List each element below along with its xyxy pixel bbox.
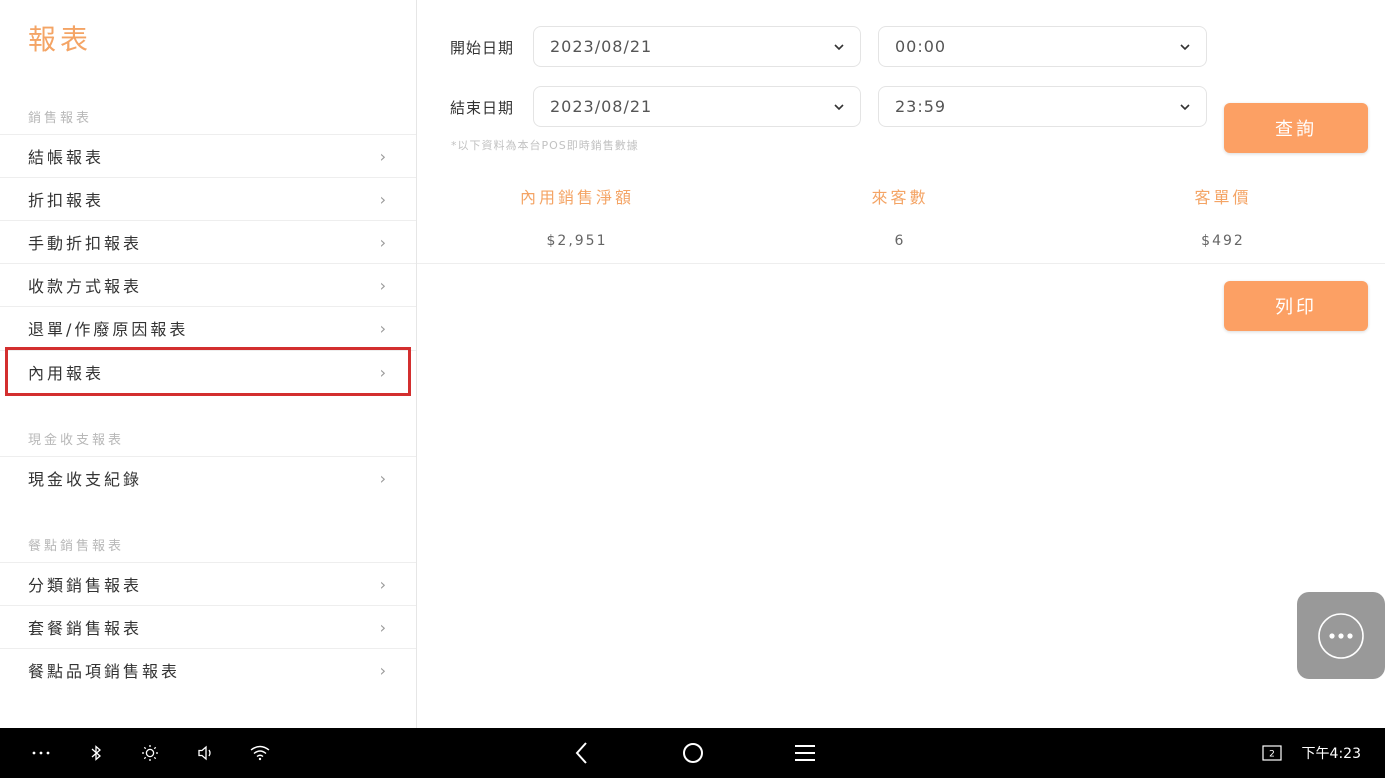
brightness-icon[interactable] xyxy=(138,728,162,778)
screen-badge-icon[interactable]: 2 xyxy=(1260,728,1284,778)
chevron-right-icon: › xyxy=(379,468,386,488)
sidebar-item-void-reason-report[interactable]: 退單/作廢原因報表 › xyxy=(0,306,416,349)
sidebar-item-label: 退單/作廢原因報表 xyxy=(28,320,189,339)
back-icon[interactable] xyxy=(568,728,596,778)
chevron-right-icon: › xyxy=(379,574,386,594)
sidebar-item-label: 收款方式報表 xyxy=(28,277,143,296)
end-date-value: 2023/08/21 xyxy=(550,97,653,116)
start-time-select[interactable]: 00:00 xyxy=(878,26,1207,67)
chevron-down-icon xyxy=(834,43,844,50)
end-date-label: 結束日期 xyxy=(450,99,515,117)
sidebar-item-label: 折扣報表 xyxy=(28,191,105,210)
sidebar-item-combo-sales-report[interactable]: 套餐銷售報表 › xyxy=(0,605,416,648)
volume-icon[interactable] xyxy=(194,728,218,778)
stat-header-customer-count: 來客數 xyxy=(871,188,929,207)
chevron-right-icon: › xyxy=(379,362,386,382)
chevron-down-icon xyxy=(834,103,844,110)
floating-menu-button[interactable] xyxy=(1297,592,1385,679)
sidebar-item-dine-in-report[interactable]: 內用報表 › xyxy=(0,350,416,393)
sidebar-item-item-sales-report[interactable]: 餐點品項銷售報表 › xyxy=(0,648,416,691)
end-date-select[interactable]: 2023/08/21 xyxy=(533,86,861,127)
section-label-meal-sales: 餐點銷售報表 xyxy=(28,539,125,554)
screen-badge-count: 2 xyxy=(1269,750,1275,760)
chevron-right-icon: › xyxy=(379,146,386,166)
wifi-icon[interactable] xyxy=(246,728,274,778)
chevron-right-icon: › xyxy=(379,189,386,209)
sidebar: 報表 銷售報表 結帳報表 › 折扣報表 › 手動折扣報表 › 收款方式報表 › … xyxy=(0,0,417,728)
chevron-down-icon xyxy=(1180,103,1190,110)
more-dots-icon[interactable] xyxy=(28,728,54,778)
sidebar-title: 報表 xyxy=(28,23,93,56)
print-button[interactable]: 列印 xyxy=(1224,281,1368,331)
stat-header-avg-ticket: 客單價 xyxy=(1194,188,1252,207)
chevron-right-icon: › xyxy=(379,275,386,295)
chevron-right-icon: › xyxy=(379,660,386,680)
sidebar-item-category-sales-report[interactable]: 分類銷售報表 › xyxy=(0,562,416,605)
data-source-note: *以下資料為本台POS即時銷售數據 xyxy=(451,139,639,152)
sidebar-item-label: 餐點品項銷售報表 xyxy=(28,662,181,681)
start-date-label: 開始日期 xyxy=(450,39,515,57)
end-time-value: 23:59 xyxy=(895,97,947,116)
chevron-right-icon: › xyxy=(379,318,386,338)
sidebar-item-label: 結帳報表 xyxy=(28,148,105,167)
start-time-value: 00:00 xyxy=(895,37,947,56)
sidebar-item-discount-report[interactable]: 折扣報表 › xyxy=(0,177,416,220)
sidebar-item-label: 內用報表 xyxy=(28,364,105,383)
stat-value-dine-in-net-sales: $2,951 xyxy=(546,233,608,249)
start-date-value: 2023/08/21 xyxy=(550,37,653,56)
sidebar-item-label: 現金收支紀錄 xyxy=(28,470,143,489)
end-time-select[interactable]: 23:59 xyxy=(878,86,1207,127)
stat-value-customer-count: 6 xyxy=(894,233,906,249)
sidebar-item-manual-discount-report[interactable]: 手動折扣報表 › xyxy=(0,220,416,263)
sidebar-item-cash-records[interactable]: 現金收支紀錄 › xyxy=(0,456,416,499)
stat-value-avg-ticket: $492 xyxy=(1201,233,1245,249)
more-horizontal-icon xyxy=(1318,612,1364,659)
sidebar-item-label: 手動折扣報表 xyxy=(28,234,143,253)
home-icon[interactable] xyxy=(679,728,707,778)
chevron-right-icon: › xyxy=(379,232,386,252)
stat-header-dine-in-net-sales: 內用銷售淨額 xyxy=(519,188,634,207)
stats-divider xyxy=(417,263,1385,264)
sidebar-item-payment-method-report[interactable]: 收款方式報表 › xyxy=(0,263,416,306)
app-window: 報表 銷售報表 結帳報表 › 折扣報表 › 手動折扣報表 › 收款方式報表 › … xyxy=(0,0,1385,728)
system-navigation-bar: 2 下午4:23 xyxy=(0,728,1385,778)
menu-icon[interactable] xyxy=(791,728,819,778)
section-label-sales: 銷售報表 xyxy=(28,111,93,126)
sidebar-item-checkout-report[interactable]: 結帳報表 › xyxy=(0,134,416,177)
main-panel: 開始日期 2023/08/21 00:00 結束日期 2023/08/21 23… xyxy=(417,0,1385,728)
chevron-down-icon xyxy=(1180,43,1190,50)
start-date-select[interactable]: 2023/08/21 xyxy=(533,26,861,67)
chevron-right-icon: › xyxy=(379,617,386,637)
section-label-cash: 現金收支報表 xyxy=(28,433,125,448)
query-button[interactable]: 查詢 xyxy=(1224,103,1368,153)
clock: 下午4:23 xyxy=(1301,746,1361,762)
sidebar-item-label: 套餐銷售報表 xyxy=(28,619,143,638)
bluetooth-icon[interactable] xyxy=(84,728,108,778)
sidebar-item-label: 分類銷售報表 xyxy=(28,576,143,595)
